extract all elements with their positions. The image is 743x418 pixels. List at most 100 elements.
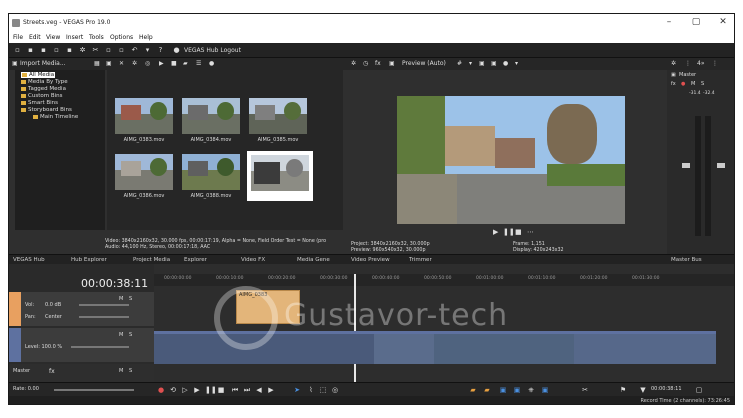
video-clip[interactable] [574,331,716,364]
minimize-icon[interactable]: – [662,17,676,27]
tree-item-all-media[interactable]: All Media [21,72,56,78]
master-fx-icon[interactable]: fx [49,368,55,375]
solo-button[interactable]: S [129,332,132,338]
master-checkbox[interactable]: ▣ [671,72,676,78]
tab-media-generators[interactable]: Media Gene [297,257,330,263]
play-icon[interactable]: ▶ [493,228,498,236]
capture-icon[interactable]: ▣ [106,60,112,67]
region-icon[interactable]: ▰ [483,386,491,394]
save-icon[interactable]: ▪ [40,47,47,54]
redo-icon[interactable]: ▾ [144,47,151,54]
record-icon[interactable]: ● [503,60,508,67]
tree-item-media-by-type[interactable]: Media By Type [21,79,68,85]
record-icon[interactable]: ● [681,81,685,87]
mute-button[interactable]: M [691,81,695,87]
play-icon[interactable]: ▶ [193,386,201,394]
volume-slider[interactable] [79,304,129,306]
tab-project-media[interactable]: Project Media [133,257,170,263]
media-thumbnail[interactable] [182,154,240,190]
tab-video-preview[interactable]: Video Preview [351,257,390,263]
mute-button[interactable]: M [119,296,123,302]
settings-icon[interactable]: ✲ [351,60,356,67]
marker-icon[interactable]: ▰ [469,386,477,394]
tree-item-tagged-media[interactable]: Tagged Media [21,86,66,92]
import-media-button[interactable]: Import Media... [20,60,66,67]
overlay-icon[interactable]: ▾ [469,60,472,67]
media-thumbnail-selected[interactable] [247,151,313,201]
vegas-hub-logout[interactable]: VEGAS Hub Logout [184,47,241,54]
selection-tool-icon[interactable]: ⬚ [319,386,327,394]
previous-frame-icon[interactable]: ◀ [255,386,263,394]
add-marker-icon[interactable]: ⚑ [619,386,627,394]
mute-button[interactable]: M [119,332,123,338]
rate-slider[interactable] [54,389,134,391]
solo-button[interactable]: S [129,368,132,374]
remove-icon[interactable]: ✕ [119,60,124,67]
cut-icon[interactable]: ✂ [92,47,99,54]
fx-icon[interactable]: 4» [697,60,705,67]
close-icon[interactable]: ✕ [716,17,730,27]
properties-icon[interactable]: ▪ [66,47,73,54]
vegas-hub-icon[interactable]: ● [173,47,180,54]
go-to-end-icon[interactable]: ⏭ [243,386,251,394]
undo-icon[interactable]: ↶ [131,47,138,54]
save-snapshot-icon[interactable]: ▣ [491,60,497,67]
snapping-icon[interactable]: ▣ [499,386,507,394]
gear-icon[interactable]: ✲ [79,47,86,54]
pause-icon[interactable]: ❚❚ [205,386,217,394]
stop-icon[interactable]: ■ [515,228,522,236]
menu-tools[interactable]: Tools [89,34,104,41]
level-slider[interactable] [71,346,129,348]
stop-icon[interactable]: ■ [171,60,177,67]
downmix-icon[interactable]: ⋮ [712,60,718,67]
dim-icon[interactable]: ⋮ [685,60,691,67]
menu-file[interactable]: File [13,34,23,41]
dot-icon[interactable]: ● [209,60,214,67]
master-fader-left[interactable] [682,163,690,168]
menu-edit[interactable]: Edit [29,34,41,41]
record-icon[interactable]: ● [157,386,165,394]
tab-video-fx[interactable]: Video FX [241,257,265,263]
menu-view[interactable]: View [46,34,60,41]
stop-icon[interactable]: ■ [217,386,225,394]
views-icon[interactable]: ☰ [196,60,201,67]
split-icon[interactable]: ✂ [581,386,589,394]
go-to-start-icon[interactable]: ⏮ [231,386,239,394]
zoom-tool-icon[interactable]: ◎ [331,386,339,394]
settings-icon[interactable]: ✲ [671,60,676,67]
bin-icon[interactable]: ▦ [94,60,100,67]
maximize-icon[interactable]: ▢ [689,17,703,27]
tree-item-custom-bins[interactable]: Custom Bins [21,93,62,99]
menu-insert[interactable]: Insert [66,34,83,41]
copy-snapshot-icon[interactable]: ▣ [479,60,485,67]
mute-button[interactable]: M [119,368,123,374]
next-frame-icon[interactable]: ▶ [267,386,275,394]
search-icon[interactable]: ◎ [145,60,150,67]
fx-icon[interactable]: fx [671,81,676,87]
tab-explorer[interactable]: Explorer [184,257,207,263]
media-thumbnail[interactable] [115,98,173,134]
tree-item-smart-bins[interactable]: Smart Bins [21,100,58,106]
normal-edit-tool-icon[interactable]: ➤ [293,386,301,394]
preview-quality-dropdown[interactable]: Preview (Auto) [402,60,446,67]
new-icon[interactable]: ▫ [14,47,21,54]
tab-hub-explorer[interactable]: Hub Explorer [71,257,107,263]
tag-icon[interactable]: ▰ [183,60,188,67]
external-monitor-icon[interactable]: ◷ [363,60,368,67]
solo-button[interactable]: S [701,81,704,87]
play-icon[interactable]: ▶ [159,60,164,67]
time-ruler[interactable]: 00:00:00:00 00:00:10:00 00:00:20:00 00:0… [154,274,734,286]
split-icon[interactable]: ▣ [389,60,395,67]
grid-icon[interactable]: # [457,60,462,67]
help-icon[interactable]: ? [157,47,164,54]
import-media-icon[interactable]: ▣ [12,60,18,67]
menu-options[interactable]: Options [110,34,133,41]
media-thumbnail[interactable] [182,98,240,134]
auto-ripple-icon[interactable]: ▣ [513,386,521,394]
tab-master-bus[interactable]: Master Bus [671,257,702,263]
paste-icon[interactable]: ▫ [118,47,125,54]
tab-vegas-hub[interactable]: VEGAS Hub [13,257,45,263]
media-thumbnail[interactable] [249,98,307,134]
more-icon[interactable]: ▾ [515,60,518,67]
solo-button[interactable]: S [129,296,132,302]
